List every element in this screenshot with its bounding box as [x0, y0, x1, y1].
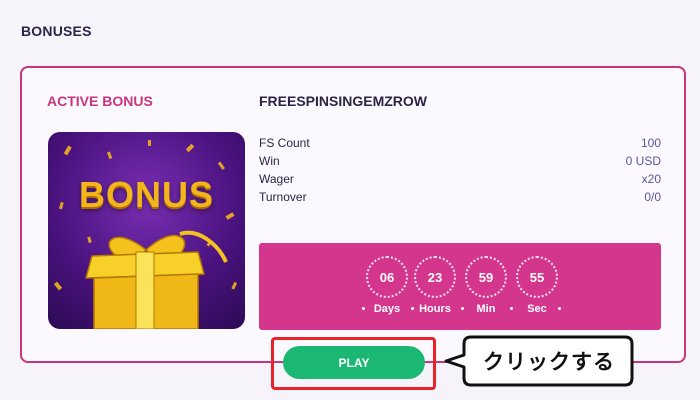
separator-dot: [461, 307, 464, 310]
countdown-min: 59 Min: [465, 256, 507, 315]
separator-dot: [362, 307, 365, 310]
countdown-min-label: Min: [476, 303, 496, 315]
bonus-name: FREESPINSINGEMZROW: [259, 93, 428, 109]
stat-label: FS Count: [259, 136, 310, 150]
stat-value: x20: [641, 172, 661, 186]
play-button[interactable]: PLAY: [283, 346, 425, 379]
countdown-hours-value: 23: [414, 256, 456, 298]
separator-dot: [510, 307, 513, 310]
countdown-days-value: 06: [366, 256, 408, 298]
bonuses-page: BONUSES ACTIVE BONUS BONUS FREESPINSINGE…: [0, 0, 700, 400]
countdown-days: 06 Days: [366, 256, 408, 315]
stat-row-win: Win 0 USD: [259, 152, 661, 170]
stat-row-fs-count: FS Count 100: [259, 134, 661, 152]
stat-row-wager: Wager x20: [259, 170, 661, 188]
stat-label: Win: [259, 154, 280, 168]
countdown-hours: 23 Hours: [414, 256, 456, 315]
stat-label: Wager: [259, 172, 294, 186]
bonus-stats: FS Count 100 Win 0 USD Wager x20 Turnove…: [259, 134, 661, 206]
callout-text: クリックする: [483, 350, 615, 374]
countdown-timer: 06 Days 23 Hours 59 Min 55 Sec: [259, 243, 661, 330]
bonus-image: BONUS: [48, 132, 245, 329]
stat-value: 100: [640, 136, 661, 150]
stat-label: Turnover: [259, 190, 307, 204]
countdown-min-value: 59: [465, 256, 507, 298]
stat-value: 0/0: [644, 190, 661, 204]
countdown-sec-label: Sec: [527, 303, 547, 315]
countdown-hours-label: Hours: [419, 303, 451, 315]
stat-value: 0 USD: [625, 154, 661, 168]
separator-dot: [558, 307, 561, 310]
bonus-image-word: BONUS: [78, 174, 214, 215]
click-callout: クリックする: [443, 334, 635, 388]
stat-row-turnover: Turnover 0/0: [259, 188, 661, 206]
bonus-status-label: ACTIVE BONUS: [47, 93, 153, 109]
countdown-sec: 55 Sec: [516, 256, 558, 315]
countdown-days-label: Days: [373, 303, 401, 315]
page-title: BONUSES: [21, 23, 92, 39]
confetti-decoration: [53, 140, 238, 329]
countdown-units: 06 Days 23 Hours 59 Min 55 Sec: [362, 256, 562, 316]
countdown-sec-value: 55: [516, 256, 558, 298]
